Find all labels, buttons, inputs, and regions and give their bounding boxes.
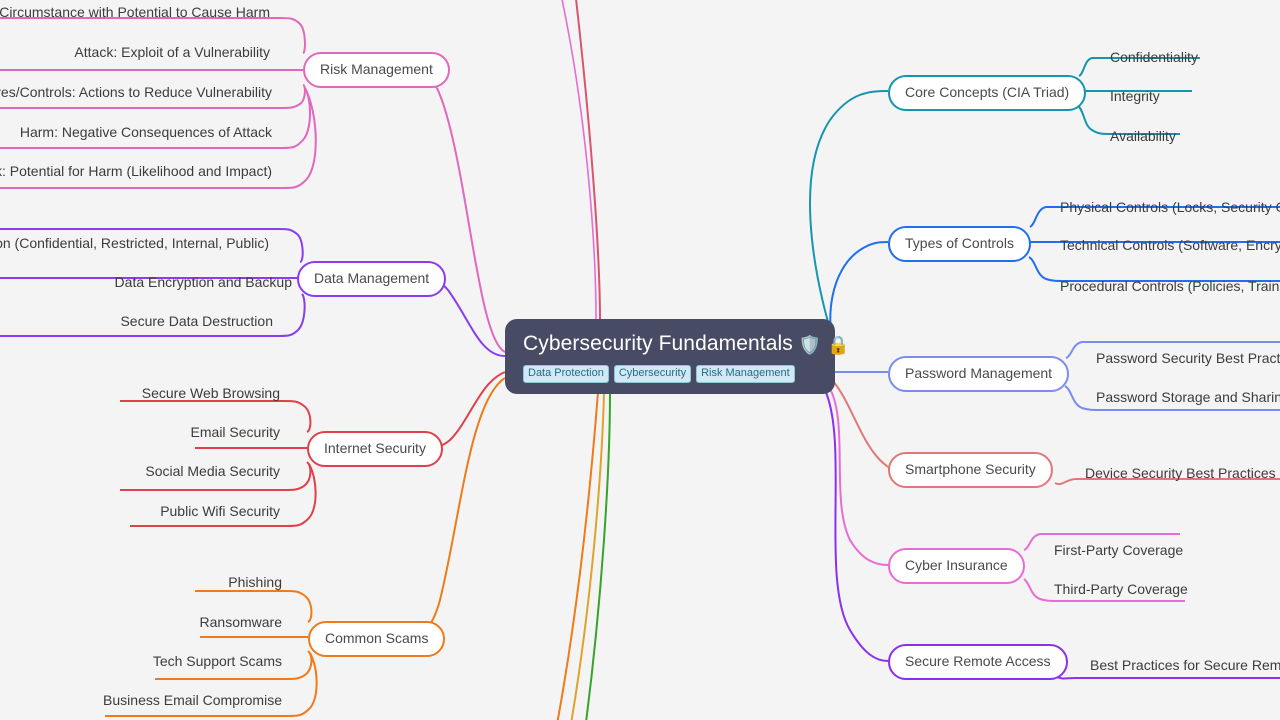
- leaf-device-security-best-practices[interactable]: Device Security Best Practices: [1085, 465, 1276, 482]
- branch-label: Cyber Insurance: [905, 557, 1008, 573]
- leaf-phishing[interactable]: Phishing: [0, 574, 282, 591]
- tag-data-protection[interactable]: Data Protection: [523, 365, 609, 383]
- leaf-label: Attack: Exploit of a Vulnerability: [74, 44, 270, 60]
- leaf-first-party-coverage[interactable]: First-Party Coverage: [1054, 542, 1183, 559]
- leaf-risk-threat[interactable]: t: Circumstance with Potential to Cause …: [0, 4, 270, 21]
- leaf-secure-web-browsing[interactable]: Secure Web Browsing: [0, 385, 280, 402]
- leaf-label: Secure Web Browsing: [141, 385, 280, 401]
- mindmap-canvas: Cybersecurity Fundamentals 🛡️ 🔒 Data Pro…: [0, 0, 1280, 720]
- leaf-risk-harm[interactable]: Harm: Negative Consequences of Attack: [0, 124, 272, 141]
- leaf-label: Public Wifi Security: [160, 503, 280, 519]
- central-node-tags: Data Protection Cybersecurity Risk Manag…: [523, 365, 817, 383]
- leaf-label: Phishing: [228, 574, 282, 590]
- leaf-data-classification[interactable]: ion (Confidential, Restricted, Internal,…: [0, 235, 269, 252]
- leaf-availability[interactable]: Availability: [1110, 128, 1176, 145]
- leaf-label: Integrity: [1110, 88, 1160, 104]
- leaf-label: Device Security Best Practices: [1085, 465, 1276, 481]
- leaf-risk-countermeasures[interactable]: ures/Controls: Actions to Reduce Vulnera…: [0, 84, 272, 101]
- branch-node-core-concepts[interactable]: Core Concepts (CIA Triad): [888, 75, 1087, 111]
- leaf-secure-data-destruction[interactable]: Secure Data Destruction: [0, 313, 273, 330]
- leaf-label: Third-Party Coverage: [1054, 581, 1188, 597]
- branch-label: Core Concepts (CIA Triad): [905, 84, 1070, 100]
- leaf-secure-remote-best-practices[interactable]: Best Practices for Secure Remot: [1090, 657, 1280, 674]
- leaf-label: Harm: Negative Consequences of Attack: [19, 124, 272, 140]
- leaf-label: ion (Confidential, Restricted, Internal,…: [0, 235, 269, 251]
- branch-node-data-management[interactable]: Data Management: [297, 261, 447, 297]
- branch-label: Types of Controls: [905, 235, 1014, 251]
- leaf-social-media-security[interactable]: Social Media Security: [0, 463, 280, 480]
- tag-cybersecurity[interactable]: Cybersecurity: [613, 365, 692, 383]
- branch-label: Smartphone Security: [905, 461, 1036, 477]
- leaf-label: Confidentiality: [1110, 49, 1198, 65]
- leaf-business-email-compromise[interactable]: Business Email Compromise: [0, 692, 282, 709]
- central-node-title-text: Cybersecurity Fundamentals: [523, 332, 793, 355]
- leaf-label: Secure Data Destruction: [120, 313, 273, 329]
- leaf-label: Email Security: [190, 424, 280, 440]
- branch-node-common-scams[interactable]: Common Scams: [308, 621, 446, 657]
- leaf-physical-controls[interactable]: Physical Controls (Locks, Security Gu: [1060, 199, 1280, 216]
- branch-node-password-management[interactable]: Password Management: [888, 356, 1070, 392]
- branch-node-smartphone-security[interactable]: Smartphone Security: [888, 452, 1053, 488]
- leaf-label: Technical Controls (Software, Encryp: [1060, 237, 1280, 253]
- leaf-email-security[interactable]: Email Security: [0, 424, 280, 441]
- lock-emoji: 🔒: [827, 335, 850, 355]
- branch-node-types-of-controls[interactable]: Types of Controls: [888, 226, 1031, 262]
- leaf-label: Password Storage and Sharing: [1096, 389, 1280, 405]
- shield-emoji: 🛡️: [798, 335, 822, 355]
- leaf-label: Social Media Security: [145, 463, 280, 479]
- branch-node-internet-security[interactable]: Internet Security: [307, 431, 443, 467]
- leaf-label: Procedural Controls (Policies, Trainin: [1060, 278, 1280, 294]
- leaf-integrity[interactable]: Integrity: [1110, 88, 1160, 105]
- branch-node-secure-remote-access[interactable]: Secure Remote Access: [888, 644, 1068, 680]
- branch-label: Internet Security: [324, 440, 426, 456]
- branch-label: Secure Remote Access: [905, 653, 1051, 669]
- leaf-procedural-controls[interactable]: Procedural Controls (Policies, Trainin: [1060, 278, 1280, 295]
- leaf-label: First-Party Coverage: [1054, 542, 1184, 558]
- leaf-label: ures/Controls: Actions to Reduce Vulnera…: [0, 84, 272, 100]
- leaf-password-best-practices[interactable]: Password Security Best Practic: [1096, 350, 1280, 367]
- leaf-label: Business Email Compromise: [103, 692, 282, 708]
- leaf-tech-support-scams[interactable]: Tech Support Scams: [0, 653, 282, 670]
- leaf-label: Password Security Best Practic: [1096, 350, 1280, 366]
- branch-label: Common Scams: [325, 630, 429, 646]
- leaf-label: Ransomware: [199, 614, 282, 630]
- leaf-label: Physical Controls (Locks, Security Gu: [1060, 199, 1280, 215]
- leaf-label: Data Encryption and Backup: [114, 274, 292, 290]
- branch-label: Risk Management: [320, 61, 433, 77]
- leaf-label: sk: Potential for Harm (Likelihood and I…: [0, 163, 272, 179]
- leaf-password-storage-sharing[interactable]: Password Storage and Sharing: [1096, 389, 1280, 406]
- leaf-label: Tech Support Scams: [152, 653, 282, 669]
- leaf-label: t: Circumstance with Potential to Cause …: [0, 4, 270, 20]
- tag-risk-management[interactable]: Risk Management: [696, 365, 795, 383]
- leaf-risk-attack[interactable]: Attack: Exploit of a Vulnerability: [0, 44, 270, 61]
- branch-node-risk-management[interactable]: Risk Management: [303, 52, 450, 88]
- leaf-ransomware[interactable]: Ransomware: [0, 614, 282, 631]
- leaf-data-encryption-backup[interactable]: Data Encryption and Backup: [0, 274, 292, 291]
- leaf-label: Availability: [1110, 128, 1176, 144]
- leaf-third-party-coverage[interactable]: Third-Party Coverage: [1054, 581, 1188, 598]
- branch-label: Data Management: [314, 270, 430, 286]
- leaf-public-wifi-security[interactable]: Public Wifi Security: [0, 503, 280, 520]
- link-group-secure-remote-access: [823, 387, 1280, 680]
- central-node[interactable]: Cybersecurity Fundamentals 🛡️ 🔒 Data Pro…: [505, 319, 850, 394]
- central-node-title: Cybersecurity Fundamentals 🛡️ 🔒: [523, 331, 850, 358]
- branch-label: Password Management: [905, 365, 1053, 381]
- branch-node-cyber-insurance[interactable]: Cyber Insurance: [888, 548, 1025, 584]
- leaf-confidentiality[interactable]: Confidentiality: [1110, 49, 1198, 66]
- leaf-label: Best Practices for Secure Remot: [1090, 657, 1280, 673]
- leaf-technical-controls[interactable]: Technical Controls (Software, Encryp: [1060, 237, 1280, 254]
- leaf-risk-risk[interactable]: sk: Potential for Harm (Likelihood and I…: [0, 163, 272, 180]
